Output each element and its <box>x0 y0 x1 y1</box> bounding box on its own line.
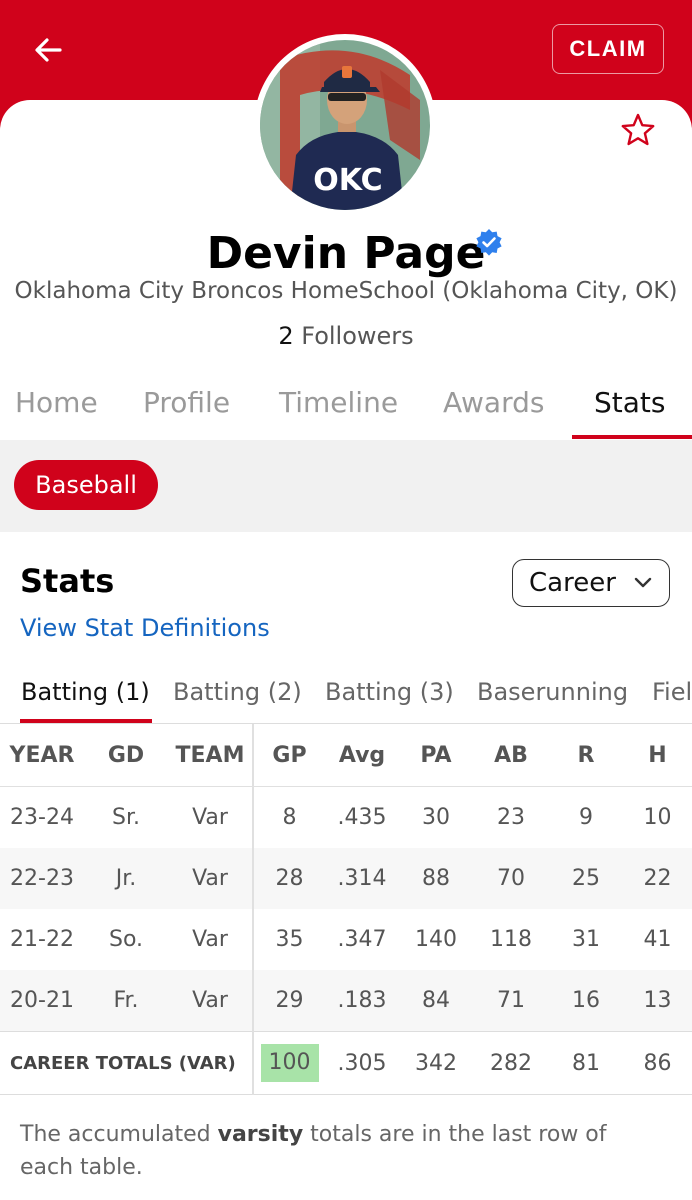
cell-r: 31 <box>572 927 600 952</box>
verified-badge-icon <box>474 228 504 258</box>
cell-h: 10 <box>643 805 672 830</box>
period-select-value: Career <box>529 568 616 598</box>
profile-name: Devin Page <box>206 228 486 279</box>
tab-home[interactable]: Home <box>15 380 98 438</box>
cell-gp: 29 <box>253 970 325 1032</box>
col-header-avg[interactable]: Avg <box>325 724 399 787</box>
subtab-batting-1[interactable]: Batting (1) <box>21 678 150 706</box>
favorite-button[interactable] <box>618 110 658 150</box>
cell-gd: Sr. <box>112 805 140 830</box>
totals-footnote: The accumulated varsity totals are in th… <box>20 1118 660 1184</box>
tab-profile[interactable]: Profile <box>143 380 230 438</box>
cell-avg: .183 <box>325 970 399 1032</box>
tab-awards[interactable]: Awards <box>443 380 544 438</box>
cell-h: 22 <box>623 848 692 909</box>
tab-timeline[interactable]: Timeline <box>279 380 398 438</box>
star-outline-icon <box>621 113 655 146</box>
followers-count[interactable]: 2 Followers <box>0 322 692 350</box>
cell-gd: Fr. <box>84 970 168 1032</box>
total-h: 86 <box>623 1031 692 1095</box>
cell-gp: 8 <box>282 805 297 830</box>
chevron-down-icon <box>634 577 652 588</box>
subtab-baserunning[interactable]: Baserunning <box>477 678 628 706</box>
avatar[interactable]: OKC <box>254 34 436 216</box>
cell-pa: 30 <box>422 805 450 830</box>
cell-pa: 140 <box>415 927 457 952</box>
col-header-h[interactable]: H <box>623 724 692 787</box>
cell-year: 22-23 <box>0 848 84 909</box>
cell-team: Var <box>168 786 254 848</box>
subtab-fielding[interactable]: Fiel <box>652 678 692 706</box>
cell-h: 13 <box>623 970 692 1032</box>
footnote-text-start: The accumulated <box>20 1122 218 1147</box>
cell-team: Var <box>168 970 254 1032</box>
cell-team: Var <box>168 909 254 970</box>
cell-year: 20-21 <box>0 970 84 1032</box>
table-header-row: YEAR GD TEAM GP Avg PA AB R H <box>0 724 692 787</box>
total-gp-highlight: 100 <box>260 1044 319 1082</box>
cell-ab: 23 <box>497 805 525 830</box>
col-header-r[interactable]: R <box>549 724 623 787</box>
stat-definitions-link[interactable]: View Stat Definitions <box>20 614 270 642</box>
cell-gp: 28 <box>253 848 325 909</box>
col-header-year: YEAR <box>0 724 84 787</box>
table-row: 23-24 Sr. Var 8 .435 30 23 9 10 <box>0 786 692 848</box>
career-totals-label: CAREER TOTALS (VAR) <box>0 1031 254 1095</box>
total-gp: 100 <box>253 1031 325 1095</box>
footnote-emphasis: varsity <box>217 1122 304 1147</box>
career-totals-row: CAREER TOTALS (VAR) 100 .305 342 282 81 … <box>0 1031 692 1095</box>
cell-team: Var <box>168 848 254 909</box>
table-row: 22-23 Jr. Var 28 .314 88 70 25 22 <box>0 848 692 909</box>
col-header-pa[interactable]: PA <box>399 724 473 787</box>
active-tab-indicator <box>572 435 692 439</box>
cell-year: 21-22 <box>10 927 74 952</box>
avatar-photo: OKC <box>260 40 430 210</box>
followers-label: Followers <box>301 322 414 350</box>
cell-r: 25 <box>549 848 623 909</box>
followers-number: 2 <box>278 322 294 350</box>
period-select[interactable]: Career <box>512 559 670 607</box>
cell-ab: 70 <box>473 848 549 909</box>
subtab-batting-2[interactable]: Batting (2) <box>173 678 302 706</box>
cell-pa: 88 <box>399 848 473 909</box>
cell-r: 16 <box>549 970 623 1032</box>
arrow-left-icon <box>35 38 62 62</box>
col-header-ab[interactable]: AB <box>473 724 549 787</box>
profile-tabs: Home Profile Timeline Awards Stats <box>0 380 692 440</box>
col-header-gd: GD <box>84 724 168 787</box>
col-header-gp[interactable]: GP <box>253 724 325 787</box>
cell-year: 23-24 <box>10 805 74 830</box>
table-row: 20-21 Fr. Var 29 .183 84 71 16 13 <box>0 970 692 1032</box>
cell-r: 9 <box>579 805 593 830</box>
stat-category-tabs: Batting (1) Batting (2) Batting (3) Base… <box>0 676 692 724</box>
cell-gd: So. <box>108 927 144 952</box>
cell-gp: 35 <box>275 927 304 952</box>
cell-ab: 118 <box>490 927 532 952</box>
table-row: 21-22 So. Var 35 .347 140 118 31 41 <box>0 909 692 970</box>
cell-avg: .347 <box>337 927 387 952</box>
back-button[interactable] <box>28 30 68 70</box>
svg-text:OKC: OKC <box>313 163 382 198</box>
school-name[interactable]: Oklahoma City Broncos HomeSchool (Oklaho… <box>0 278 692 304</box>
cell-gd: Jr. <box>84 848 168 909</box>
cell-pa: 84 <box>399 970 473 1032</box>
col-header-team: TEAM <box>168 724 254 787</box>
total-r: 81 <box>549 1031 623 1095</box>
cell-avg: .435 <box>337 805 387 830</box>
tab-stats[interactable]: Stats <box>594 380 665 438</box>
total-pa: 342 <box>399 1031 473 1095</box>
total-ab: 282 <box>473 1031 549 1095</box>
stats-heading: Stats <box>20 562 115 600</box>
sport-chip-baseball[interactable]: Baseball <box>14 460 158 510</box>
profile-name-row: Devin Page <box>0 228 692 279</box>
subtab-batting-3[interactable]: Batting (3) <box>325 678 454 706</box>
claim-button[interactable]: CLAIM <box>552 24 664 74</box>
cell-h: 41 <box>643 927 672 952</box>
cell-ab: 71 <box>473 970 549 1032</box>
stats-table: YEAR GD TEAM GP Avg PA AB R H 23-24 Sr. … <box>0 724 692 1095</box>
total-avg: .305 <box>325 1031 399 1095</box>
cell-avg: .314 <box>325 848 399 909</box>
